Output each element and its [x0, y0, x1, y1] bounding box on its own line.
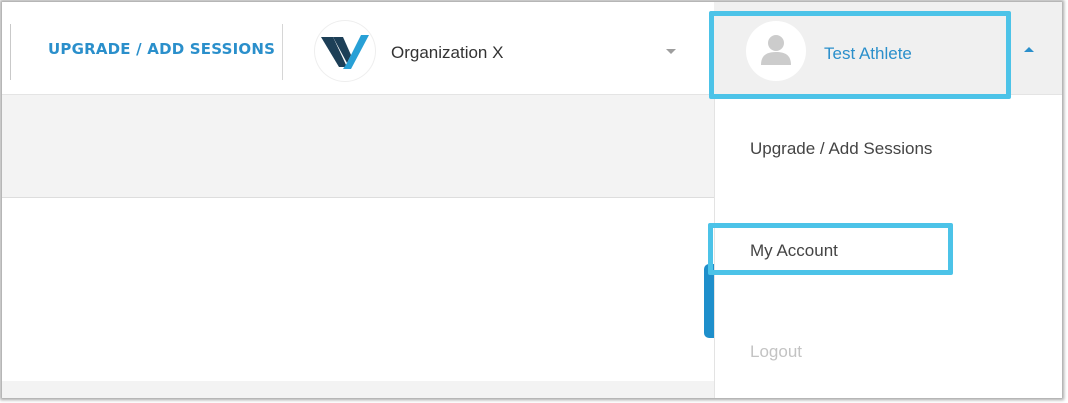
user-avatar[interactable] [746, 21, 806, 81]
top-navigation-bar: UPGRADE / ADD SESSIONS Organization X Te… [2, 2, 1062, 95]
app-window: UPGRADE / ADD SESSIONS Organization X Te… [2, 2, 1062, 398]
v-chevron-logo-icon [321, 35, 369, 69]
caret-up-icon[interactable] [1024, 47, 1034, 52]
side-tab-handle[interactable] [704, 264, 714, 338]
organization-logo [315, 21, 375, 81]
user-name[interactable]: Test Athlete [824, 44, 912, 64]
main-content [2, 198, 714, 381]
menu-item-logout[interactable]: Logout [750, 342, 802, 362]
menu-item-my-account[interactable]: My Account [750, 241, 838, 261]
organization-name: Organization X [391, 43, 504, 62]
menu-item-upgrade-add-sessions[interactable]: Upgrade / Add Sessions [750, 139, 932, 159]
user-silhouette-icon [761, 35, 791, 65]
nav-divider [282, 24, 283, 80]
organization-dropdown-caret-icon[interactable] [666, 49, 676, 54]
left-edge-divider [10, 24, 11, 80]
page-footer-strip [2, 381, 714, 398]
page-subheader [2, 95, 714, 198]
upgrade-add-sessions-link[interactable]: UPGRADE / ADD SESSIONS [48, 40, 275, 58]
